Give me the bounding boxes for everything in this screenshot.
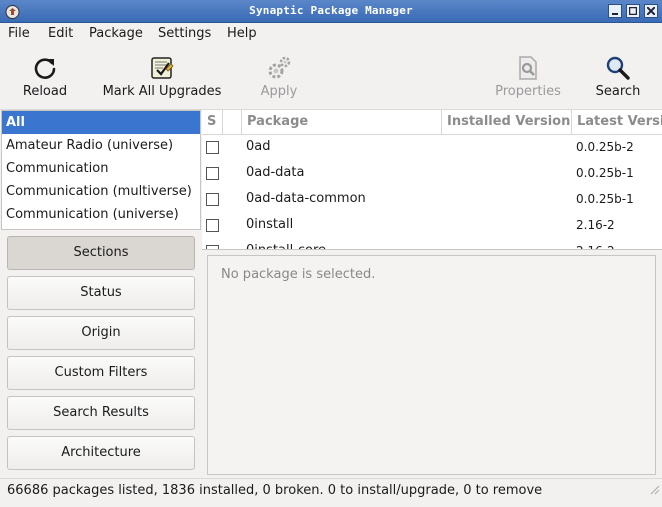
section-item-communication-multiverse[interactable]: Communication (multiverse) [2,180,200,203]
column-package[interactable]: Package [242,110,442,135]
apply-label: Apply [260,84,298,99]
mark-all-upgrades-button[interactable]: Mark All Upgrades [98,46,226,110]
latest-version: 0.0.25b-1 [576,192,634,206]
sections-filter-button[interactable]: Sections [7,236,195,270]
package-checkbox[interactable] [206,245,219,249]
table-row[interactable]: 0ad 0.0.25b-2 [202,135,662,161]
latest-version: 2.16-2 [576,244,615,249]
filter-buttons: Sections Status Origin Custom Filters Se… [0,230,202,476]
package-name: 0ad-data-common [246,191,366,206]
package-name: 0install [246,217,294,232]
properties-button[interactable]: Properties [492,46,564,110]
title-bar: Synaptic Package Manager [0,0,662,23]
origin-filter-button[interactable]: Origin [7,316,195,350]
package-name: 0install-core [246,243,326,249]
status-filter-button[interactable]: Status [7,276,195,310]
properties-icon [514,54,542,82]
latest-version: 0.0.25b-2 [576,140,634,154]
package-name: 0ad [246,139,271,154]
search-results-button[interactable]: Search Results [7,396,195,430]
column-installed-version[interactable]: Installed Version [442,110,572,135]
mark-upgrades-icon [148,54,176,82]
table-row[interactable]: 0ad-data-common 0.0.25b-1 [202,187,662,213]
section-item-communication[interactable]: Communication [2,157,200,180]
window-title: Synaptic Package Manager [249,4,413,17]
search-label: Search [595,84,641,99]
package-checkbox[interactable] [206,193,219,206]
architecture-filter-button[interactable]: Architecture [7,436,195,470]
menu-edit[interactable]: Edit [48,26,73,41]
section-item-all[interactable]: All [2,111,200,134]
minimize-button[interactable] [608,4,622,18]
latest-version: 2.16-2 [576,218,615,232]
table-row[interactable]: 0install-core 2.16-2 [202,239,662,249]
menu-help[interactable]: Help [227,26,257,41]
custom-filters-button[interactable]: Custom Filters [7,356,195,390]
package-checkbox[interactable] [206,219,219,232]
package-details-pane: No package is selected. [207,255,656,475]
reload-button[interactable]: Reload [15,46,75,110]
menu-settings[interactable]: Settings [158,26,211,41]
reload-label: Reload [22,84,68,99]
close-icon [647,7,655,15]
menu-package[interactable]: Package [89,26,143,41]
status-text: 66686 packages listed, 1836 installed, 0… [7,483,543,498]
column-status[interactable]: S [202,110,223,135]
section-item-amateur-radio[interactable]: Amateur Radio (universe) [2,134,200,157]
section-item-communication-universe[interactable]: Communication (universe) [2,203,200,226]
latest-version: 0.0.25b-1 [576,166,634,180]
table-row[interactable]: 0install 2.16-2 [202,213,662,239]
column-latest-version[interactable]: Latest Version [572,110,662,135]
package-name: 0ad-data [246,165,305,180]
properties-label: Properties [495,84,561,99]
table-row[interactable]: 0ad-data 0.0.25b-1 [202,161,662,187]
table-header: S Package Installed Version Latest Versi… [202,110,662,135]
maximize-icon [629,7,637,15]
no-package-message: No package is selected. [221,267,376,282]
status-bar: 66686 packages listed, 1836 installed, 0… [0,478,662,501]
package-checkbox[interactable] [206,141,219,154]
sections-list: All Amateur Radio (universe) Communicati… [1,110,201,230]
menu-bar: File Edit Package Settings Help [0,23,662,46]
resize-grip-icon[interactable] [648,483,660,495]
maximize-button[interactable] [626,4,640,18]
search-icon [604,54,632,82]
gear-icon [265,54,293,82]
search-button[interactable]: Search [592,46,644,110]
package-checkbox[interactable] [206,167,219,180]
column-support[interactable] [223,110,242,135]
apply-button[interactable]: Apply [254,46,304,110]
mark-all-upgrades-label: Mark All Upgrades [102,84,222,99]
close-button[interactable] [644,4,658,18]
minimize-icon [612,13,618,15]
package-table: S Package Installed Version Latest Versi… [202,110,662,250]
toolbar: Reload Mark All Upgrades Apply Propertie… [0,46,662,110]
menu-file[interactable]: File [8,26,30,41]
reload-icon [31,54,59,82]
